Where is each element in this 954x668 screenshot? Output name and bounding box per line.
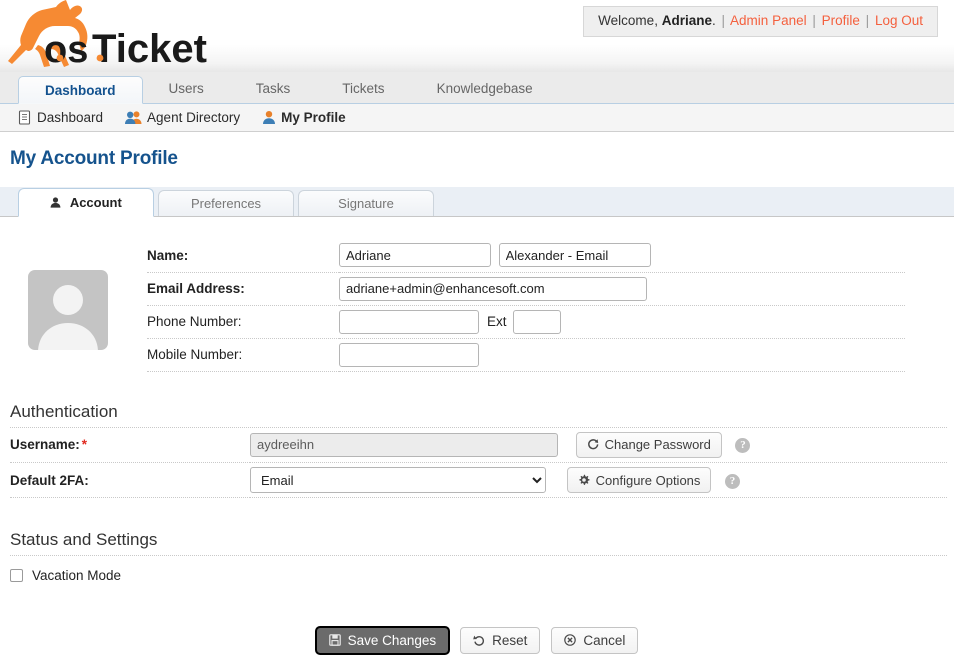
account-form: Name: Email Address: Phone Number: Ext M… [0, 239, 954, 654]
label-username: Username:* [10, 428, 250, 463]
vacation-mode-label: Vacation Mode [32, 568, 121, 583]
phone-input-cell: Ext [339, 305, 905, 338]
refresh-icon [587, 437, 599, 452]
tab-label-account: Account [70, 195, 122, 210]
cancel-icon [564, 633, 576, 648]
welcome-separator-1: | [720, 13, 728, 28]
reset-button[interactable]: Reset [460, 627, 540, 654]
tab-preferences[interactable]: Preferences [158, 190, 294, 216]
status-settings-heading: Status and Settings [10, 530, 947, 556]
reset-icon [473, 633, 485, 648]
phone-number-input[interactable] [339, 310, 479, 334]
subnav-label-dashboard: Dashboard [37, 110, 103, 125]
page-header: os Ticket Welcome, Adriane. | Admin Pane… [0, 0, 954, 72]
mobile-number-input[interactable] [339, 343, 479, 367]
reset-button-label: Reset [492, 633, 527, 648]
username-controls-cell: Change Password ? [250, 428, 947, 463]
change-password-label: Change Password [605, 437, 711, 452]
change-password-button[interactable]: Change Password [576, 432, 722, 458]
twofa-help-icon[interactable]: ? [725, 474, 740, 489]
table-row-phone: Phone Number: Ext [147, 305, 905, 338]
welcome-separator-2: | [810, 13, 818, 28]
person-solid-icon [50, 195, 65, 210]
svg-text:os: os [44, 29, 88, 70]
table-row-name: Name: [147, 239, 905, 272]
avatar[interactable] [28, 270, 108, 350]
label-phone-number: Phone Number: [147, 305, 339, 338]
label-mobile-number: Mobile Number: [147, 338, 339, 371]
subnav-label-my-profile: My Profile [281, 110, 346, 125]
tab-account[interactable]: Account [18, 188, 154, 217]
email-field[interactable] [339, 277, 647, 301]
welcome-user-name: Adriane [662, 13, 712, 28]
label-name: Name: [147, 239, 339, 272]
status-settings-section: Status and Settings Vacation Mode [0, 530, 954, 583]
profile-fields-table: Name: Email Address: Phone Number: Ext M… [147, 239, 905, 372]
nav-tab-knowledgebase[interactable]: Knowledgebase [411, 76, 559, 103]
subnav-item-agent-directory[interactable]: Agent Directory [125, 110, 240, 125]
subnav-item-my-profile[interactable]: My Profile [262, 110, 346, 125]
name-inputs-cell [339, 239, 905, 272]
vacation-mode-row[interactable]: Vacation Mode [10, 568, 954, 583]
authentication-table: Username:* Change Password ? [10, 428, 947, 499]
save-button-label: Save Changes [348, 633, 437, 648]
profile-link[interactable]: Profile [822, 13, 860, 28]
configure-options-label: Configure Options [596, 473, 701, 488]
cancel-button[interactable]: Cancel [551, 627, 638, 654]
form-action-buttons: Save Changes Reset Cancel [0, 627, 954, 654]
username-help-icon[interactable]: ? [735, 438, 750, 453]
welcome-period: . [712, 13, 716, 28]
required-asterisk: * [80, 437, 87, 452]
subnav-label-agent-directory: Agent Directory [147, 110, 240, 125]
tab-signature[interactable]: Signature [298, 190, 434, 216]
table-row-default-2fa: Default 2FA: Email Configure Options [10, 463, 947, 498]
nav-tab-tasks[interactable]: Tasks [230, 76, 317, 103]
label-default-2fa: Default 2FA: [10, 463, 250, 498]
mobile-input-cell [339, 338, 905, 371]
last-name-input[interactable] [499, 243, 651, 267]
default-2fa-select[interactable]: Email [250, 467, 546, 493]
main-navigation: Dashboard Users Tasks Tickets Knowledgeb… [0, 72, 954, 104]
subnav-item-dashboard[interactable]: Dashboard [18, 110, 103, 125]
nav-tab-tickets[interactable]: Tickets [316, 76, 410, 103]
configure-options-button[interactable]: Configure Options [567, 467, 712, 493]
welcome-text: Welcome, [598, 13, 658, 28]
page-title: My Account Profile [10, 148, 954, 170]
svg-text:Ticket: Ticket [92, 27, 207, 70]
content-tabs: Account Preferences Signature [0, 187, 954, 217]
phone-ext-input[interactable] [513, 310, 561, 334]
people-icon [125, 110, 142, 125]
table-row-mobile: Mobile Number: [147, 338, 905, 371]
table-row-username: Username:* Change Password ? [10, 428, 947, 463]
sub-navigation: Dashboard Agent Directory My Profile [0, 104, 954, 132]
email-input-cell [339, 272, 905, 305]
gear-icon [578, 473, 590, 488]
twofa-controls-cell: Email Configure Options ? [250, 463, 947, 498]
admin-panel-link[interactable]: Admin Panel [730, 13, 807, 28]
save-button[interactable]: Save Changes [316, 627, 450, 654]
authentication-section: Authentication Username:* [0, 402, 954, 499]
welcome-separator-3: | [864, 13, 872, 28]
ostickets-logo[interactable]: os Ticket [8, 0, 218, 70]
label-ext: Ext [479, 314, 513, 329]
vacation-mode-checkbox[interactable] [10, 569, 23, 582]
authentication-heading: Authentication [10, 402, 947, 428]
username-label-text: Username: [10, 437, 80, 452]
welcome-box: Welcome, Adriane. | Admin Panel | Profil… [583, 6, 938, 37]
document-icon [18, 110, 32, 125]
first-name-input[interactable] [339, 243, 491, 267]
save-icon [329, 633, 341, 648]
person-icon [262, 110, 276, 125]
username-input[interactable] [250, 433, 558, 457]
label-email-address: Email Address: [147, 272, 339, 305]
log-out-link[interactable]: Log Out [875, 13, 923, 28]
nav-tab-users[interactable]: Users [143, 76, 230, 103]
nav-tab-dashboard[interactable]: Dashboard [18, 76, 143, 104]
cancel-button-label: Cancel [583, 633, 625, 648]
table-row-email: Email Address: [147, 272, 905, 305]
